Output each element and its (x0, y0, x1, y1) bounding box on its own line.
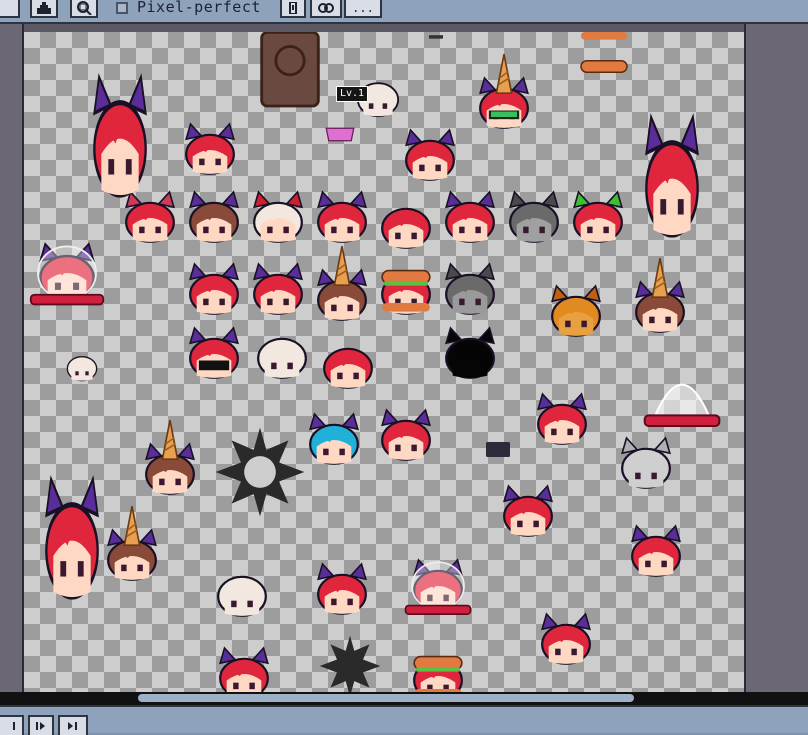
skip-back-icon (13, 722, 15, 730)
top-toolbar: Pixel-perfect ... (0, 0, 808, 24)
red-hair-sprite (189, 262, 239, 315)
small-snowman-sprite (66, 356, 98, 382)
dome-sprite (404, 558, 472, 615)
red-hair-sprite (381, 408, 431, 461)
red-hair-sprite (631, 524, 681, 577)
blue-hair-sprite (309, 412, 359, 465)
red-hair-sprite (185, 122, 235, 175)
red-hair-sprite (405, 128, 455, 181)
dome-sprite (29, 242, 105, 306)
burger-sprite (413, 655, 463, 692)
ink-tool-button[interactable] (30, 0, 58, 18)
left-canvas-margin (0, 24, 24, 692)
info-icon (289, 2, 297, 14)
right-canvas-margin (744, 24, 808, 692)
last-frame-button[interactable] (58, 715, 88, 735)
snowman-sprite (217, 575, 267, 617)
level-tag: Lv.1 (336, 86, 369, 102)
white-hair-sprite (253, 190, 303, 243)
play-step-icon (36, 722, 45, 730)
standing-character-sprite (93, 73, 147, 198)
red-hair-sprite (323, 347, 373, 389)
onion-skin-icon (318, 3, 334, 13)
burger-sprite (381, 269, 431, 315)
playback-bar (0, 705, 808, 735)
pixel-perfect-checkbox[interactable] (116, 2, 128, 14)
partial-tool-button[interactable] (0, 0, 20, 18)
red-hair-sprite (125, 190, 175, 243)
horizontal-scrollbar-thumb[interactable] (138, 694, 634, 702)
cone-hat-sprite (317, 246, 367, 321)
cone-hat-sprite (145, 420, 195, 495)
outline-cat-sprite (621, 436, 671, 489)
standing-character-sprite (645, 113, 699, 238)
red-hair-sprite (253, 262, 303, 315)
first-frame-button[interactable] (0, 715, 24, 735)
red-hair-sprite (219, 646, 269, 692)
bat-sprite (429, 35, 443, 39)
gray-cat-sprite (445, 262, 495, 315)
glasses-sprite (479, 54, 529, 129)
red-hair-sprite (541, 612, 591, 665)
pink-tub-sprite (325, 127, 355, 142)
magnifier-icon (77, 1, 92, 15)
snowman-sprite (257, 337, 307, 379)
tombstone-sprite (260, 32, 320, 108)
skip-end-icon (68, 722, 77, 730)
red-hair-sprite (503, 484, 553, 537)
red-hair-sprite (317, 562, 367, 615)
onion-skin-button[interactable] (310, 0, 342, 18)
cone-hat-sprite (107, 506, 157, 581)
dark-block-sprite (486, 442, 510, 457)
red-hair-sprite (445, 190, 495, 243)
brown-hair-sprite (189, 190, 239, 243)
ink-icon (37, 2, 51, 14)
glass-dome-sprite (643, 383, 721, 427)
spiked-ball-sprite (319, 635, 381, 692)
red-hair-sprite (317, 190, 367, 243)
editor-workspace: Lv.1 (0, 24, 808, 692)
green-barrel-sprite (45, 475, 99, 600)
sausage-sprite (580, 32, 628, 73)
red-hair-sprite (537, 392, 587, 445)
shades-sprite (189, 326, 239, 379)
info-button[interactable] (280, 0, 306, 18)
pixel-perfect-label: Pixel-perfect (137, 0, 261, 16)
more-options-button[interactable]: ... (344, 0, 382, 18)
spiked-ball-sprite (215, 427, 305, 517)
gray-cat-sprite (509, 190, 559, 243)
shadow-cat-sprite (445, 326, 495, 379)
zoom-tool-button[interactable] (70, 0, 98, 18)
green-bow-sprite (573, 190, 623, 243)
cone-hat-sprite (635, 258, 685, 333)
sprite-canvas[interactable]: Lv.1 (24, 32, 744, 692)
next-frame-button[interactable] (28, 715, 54, 735)
red-hair-sprite (381, 207, 431, 249)
orange-cat-sprite (551, 284, 601, 337)
